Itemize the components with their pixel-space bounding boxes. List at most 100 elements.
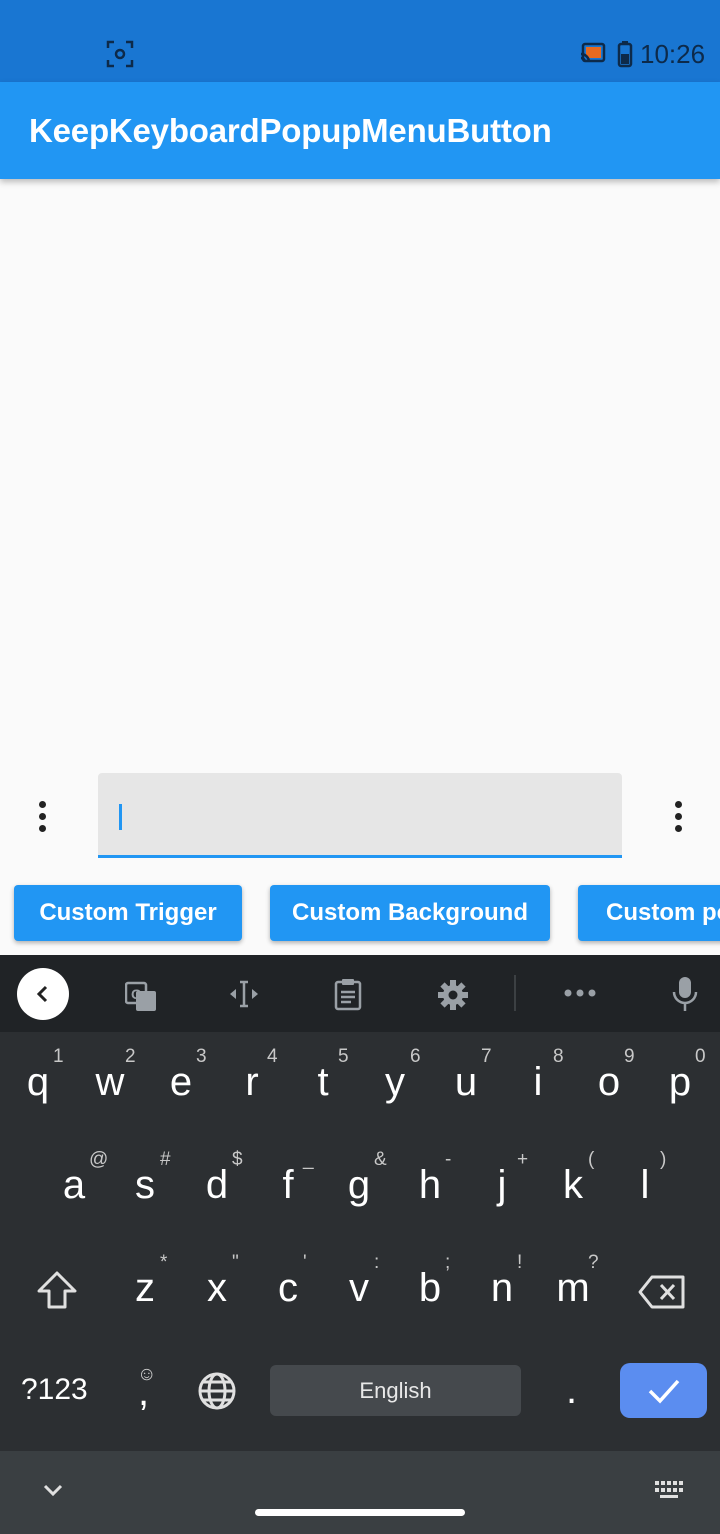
space-key[interactable]: English: [270, 1365, 521, 1416]
key[interactable]: e3: [146, 1046, 216, 1122]
key[interactable]: o9: [574, 1046, 644, 1122]
home-gesture-bar[interactable]: [255, 1509, 465, 1516]
key-hint: ': [303, 1252, 307, 1273]
key[interactable]: v:: [324, 1252, 394, 1328]
key-hint: 4: [267, 1046, 278, 1067]
key-letter: c: [278, 1266, 298, 1310]
key-letter: h: [418, 1163, 442, 1207]
key[interactable]: d $: [182, 1149, 252, 1225]
key[interactable]: g &: [324, 1149, 394, 1225]
check-icon: [648, 1379, 679, 1404]
comma-key[interactable]: ,: [138, 1370, 149, 1415]
hide-keyboard-chevron-icon[interactable]: [42, 1483, 64, 1497]
key[interactable]: b;: [395, 1252, 465, 1328]
key-hint: 1: [53, 1046, 64, 1067]
text-input[interactable]: [98, 773, 622, 858]
key-letter: z: [135, 1266, 155, 1310]
keyboard-back-button[interactable]: [17, 968, 69, 1020]
key-hint: -: [445, 1149, 452, 1170]
microphone-icon[interactable]: [671, 976, 699, 1012]
key-letter: b: [418, 1266, 442, 1310]
enter-button[interactable]: [620, 1363, 707, 1418]
key-hint: 0: [695, 1046, 706, 1067]
key[interactable]: k(: [538, 1149, 608, 1225]
key[interactable]: l): [610, 1149, 680, 1225]
status-bar: 10:26: [0, 0, 720, 82]
key-hint: !: [517, 1252, 523, 1273]
keyboard-switch-icon[interactable]: [654, 1480, 684, 1500]
key[interactable]: f _: [253, 1149, 323, 1225]
key-hint: _: [303, 1149, 314, 1170]
key-hint: ": [232, 1252, 239, 1273]
key[interactable]: x ": [182, 1252, 252, 1328]
key[interactable]: n!: [467, 1252, 537, 1328]
key-letter: x: [207, 1266, 227, 1310]
key-hint: @: [89, 1149, 109, 1170]
key[interactable]: y6: [360, 1046, 430, 1122]
keyboard: [0, 955, 720, 1534]
key-letter: l: [640, 1163, 650, 1207]
key-hint: +: [517, 1149, 529, 1170]
cast-icon: [580, 42, 606, 63]
key[interactable]: j +: [467, 1149, 537, 1225]
key-letter: v: [349, 1266, 369, 1310]
gear-icon[interactable]: [437, 979, 469, 1011]
key-hint: $: [232, 1149, 243, 1170]
key-hint: *: [160, 1252, 168, 1273]
custom-popup-button[interactable]: Custom po: [578, 885, 720, 941]
key[interactable]: a @: [39, 1149, 109, 1225]
key-hint: ?: [588, 1252, 599, 1273]
key[interactable]: c ': [253, 1252, 323, 1328]
text-cursor: [119, 804, 122, 830]
key-hint: (: [588, 1149, 595, 1170]
clipboard-icon[interactable]: [333, 977, 363, 1011]
key[interactable]: u7: [431, 1046, 501, 1122]
key-hint: 3: [196, 1046, 207, 1067]
more-vert-button-left[interactable]: [24, 796, 60, 836]
custom-trigger-button[interactable]: Custom Trigger: [14, 885, 242, 941]
translate-icon[interactable]: G: [125, 980, 157, 1012]
key[interactable]: h-: [395, 1149, 465, 1225]
more-vert-icon: [674, 800, 682, 832]
backspace-icon[interactable]: [638, 1275, 686, 1309]
page-title: KeepKeyboardPopupMenuButton: [29, 112, 552, 149]
custom-background-button[interactable]: Custom Background: [270, 885, 550, 941]
chevron-left-icon: [36, 985, 48, 1003]
key[interactable]: p0: [645, 1046, 715, 1122]
key[interactable]: r4: [217, 1046, 287, 1122]
key-hint: &: [374, 1149, 387, 1170]
symbols-key[interactable]: ?123: [21, 1373, 88, 1407]
clock: 10:26: [640, 39, 706, 69]
key[interactable]: w2: [75, 1046, 145, 1122]
svg-text:G: G: [131, 986, 142, 1002]
more-vert-button-right[interactable]: [660, 796, 696, 836]
key[interactable]: q1: [3, 1046, 73, 1122]
key-hint: ): [660, 1149, 667, 1170]
period-key[interactable]: .: [566, 1368, 577, 1413]
key-hint: 8: [553, 1046, 564, 1067]
key-hint: 6: [410, 1046, 421, 1067]
key[interactable]: t5: [288, 1046, 358, 1122]
key-hint: 9: [624, 1046, 635, 1067]
shift-icon[interactable]: [36, 1271, 78, 1309]
key-hint: #: [160, 1149, 171, 1170]
key[interactable]: s #: [110, 1149, 180, 1225]
more-vert-icon: [38, 800, 46, 832]
key-hint: 2: [125, 1046, 136, 1067]
key[interactable]: z *: [110, 1252, 180, 1328]
key-hint: 5: [338, 1046, 349, 1067]
more-horiz-icon[interactable]: [564, 988, 596, 998]
key-letter: n: [490, 1266, 514, 1310]
navigation-bar: [0, 1451, 720, 1534]
screenshot-icon: [106, 40, 134, 68]
key-hint: :: [374, 1252, 380, 1273]
key-letter: k: [563, 1163, 583, 1207]
key-hint: 7: [481, 1046, 492, 1067]
key[interactable]: m?: [538, 1252, 608, 1328]
toolbar-divider: [514, 975, 516, 1011]
globe-icon[interactable]: [197, 1371, 237, 1411]
battery-icon: [617, 41, 633, 68]
key-hint: ;: [445, 1252, 451, 1273]
key[interactable]: i8: [503, 1046, 573, 1122]
text-cursor-icon[interactable]: [228, 978, 260, 1010]
